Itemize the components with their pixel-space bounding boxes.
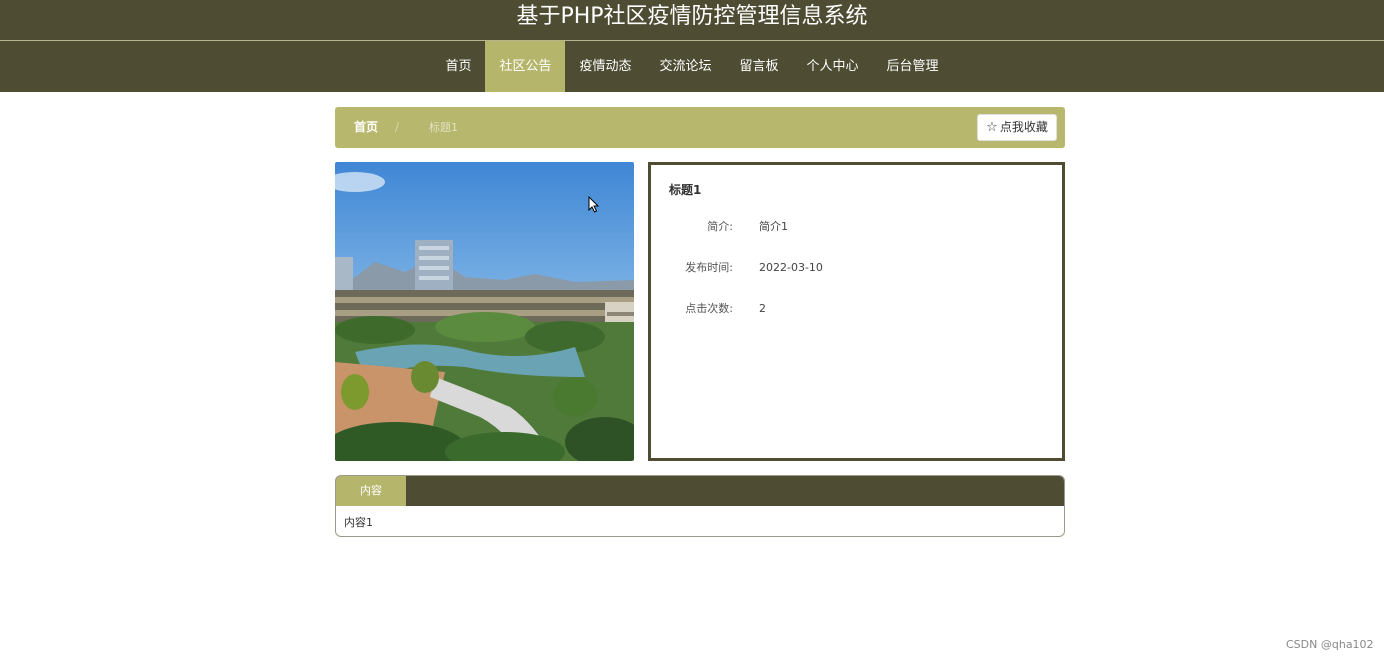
detail-value: 简介1: [759, 220, 788, 233]
star-outline-icon: ☆: [986, 120, 998, 135]
site-title: 基于PHP社区疫情防控管理信息系统: [516, 4, 868, 29]
detail-label: 简介:: [707, 220, 733, 233]
announcement-detail-panel: 标题1 简介: 简介1 发布时间: 2022-03-10 点击次数: 2: [648, 162, 1065, 461]
nav-item-message-board[interactable]: 留言板: [726, 41, 793, 92]
favorite-button-label: 点我收藏: [999, 120, 1048, 134]
nav-item-epidemic-news[interactable]: 疫情动态: [565, 41, 645, 92]
detail-row-publish-time: 发布时间: 2022-03-10: [651, 258, 1051, 278]
content-tab-bar: 内容: [336, 476, 1064, 506]
detail-value: 2022-03-10: [759, 261, 823, 274]
breadcrumb-separator: /: [395, 120, 400, 134]
tab-content[interactable]: 内容: [336, 476, 406, 506]
detail-label: 发布时间:: [685, 261, 733, 274]
mouse-cursor-icon: [588, 196, 600, 213]
detail-value: 2: [759, 302, 766, 315]
nav-item-forum[interactable]: 交流论坛: [645, 41, 725, 92]
detail-title: 标题1: [669, 183, 702, 197]
detail-row-click-count: 点击次数: 2: [651, 299, 1051, 319]
favorite-button[interactable]: ☆ 点我收藏: [977, 114, 1057, 141]
detail-row-summary: 简介: 简介1: [651, 217, 1051, 237]
nav-item-personal-center[interactable]: 个人中心: [793, 41, 873, 92]
watermark: CSDN @qha102: [1286, 638, 1374, 651]
nav-item-home[interactable]: 首页: [431, 41, 485, 92]
breadcrumb-home-link[interactable]: 首页: [354, 107, 378, 148]
site-header: 基于PHP社区疫情防控管理信息系统 首页 社区公告 疫情动态 交流论坛 留言板 …: [0, 0, 1384, 92]
detail-label: 点击次数:: [685, 302, 733, 315]
nav-item-announcements[interactable]: 社区公告: [485, 41, 566, 92]
content-panel: 内容 内容1: [335, 475, 1065, 537]
main-nav: 首页 社区公告 疫情动态 交流论坛 留言板 个人中心 后台管理: [0, 41, 1384, 92]
nav-item-admin[interactable]: 后台管理: [873, 41, 953, 92]
breadcrumb-current: 标题1: [429, 121, 458, 134]
content-body: 内容1: [344, 516, 373, 529]
breadcrumb: 首页 / 标题1 ☆ 点我收藏: [335, 107, 1065, 148]
